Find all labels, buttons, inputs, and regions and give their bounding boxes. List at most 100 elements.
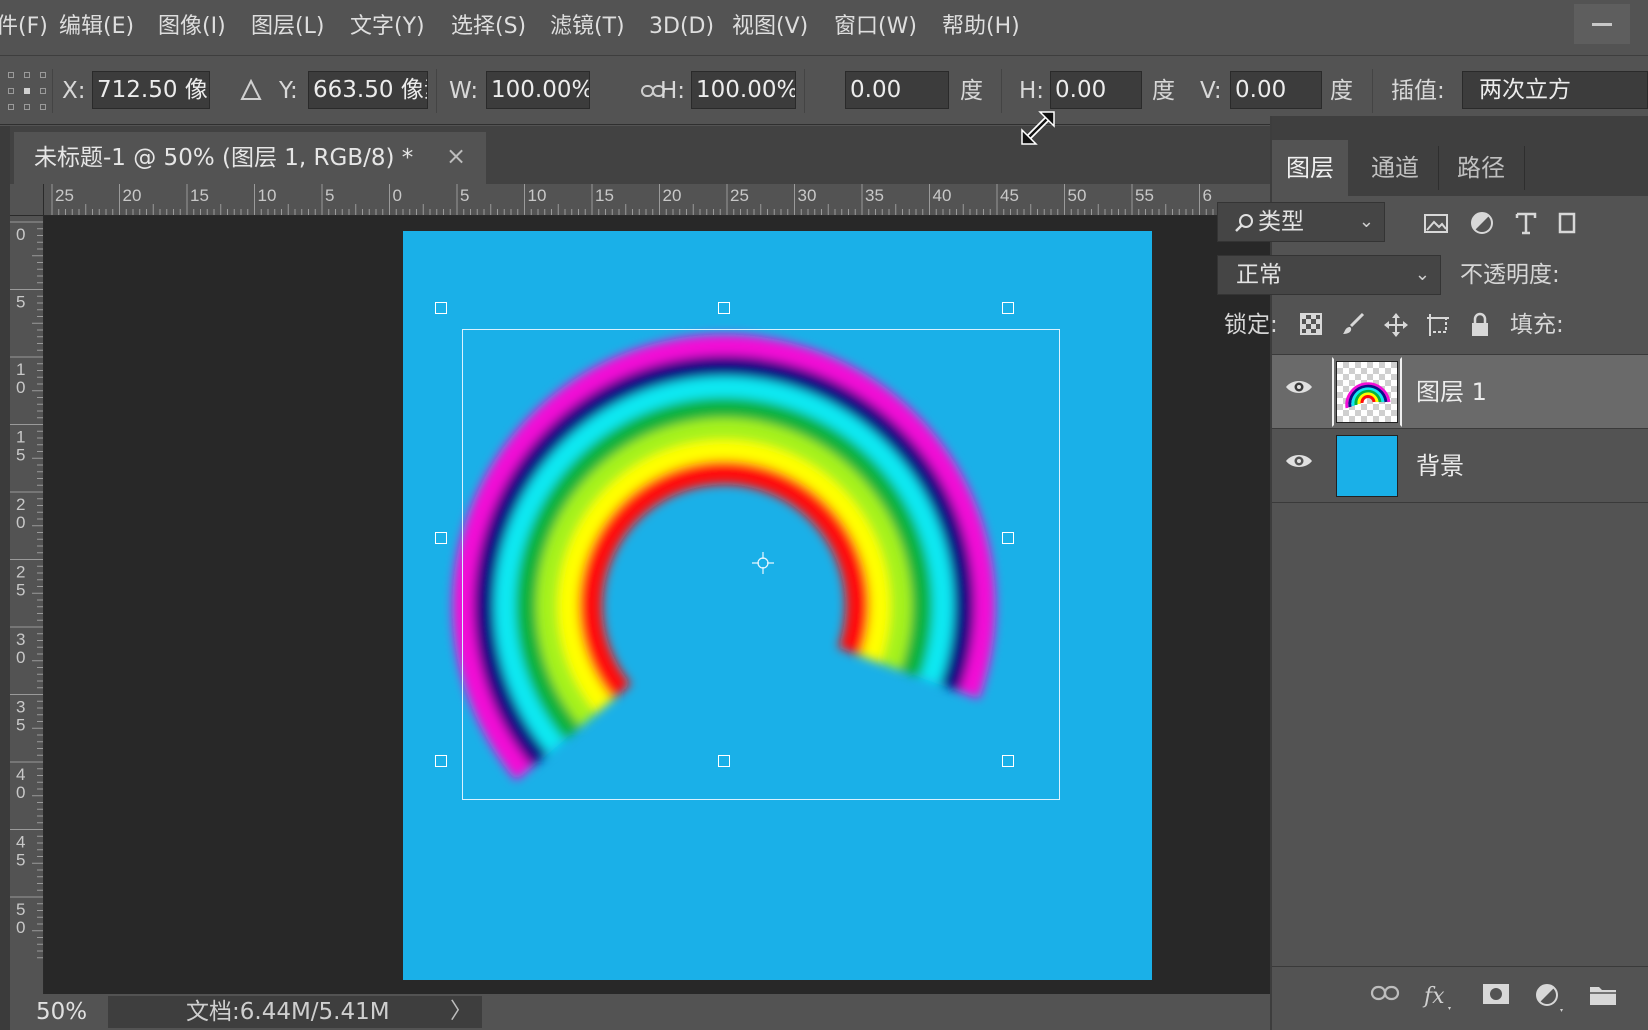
transform-handle-bottom-right[interactable] [1002, 755, 1014, 767]
transform-center-icon[interactable] [750, 550, 776, 576]
ruler-label: 25 [730, 186, 749, 205]
blend-mode-select[interactable]: 正常 ⌄ [1217, 255, 1441, 295]
ruler-label: 35 [865, 186, 884, 205]
ruler-label: 5 [16, 293, 25, 312]
menu-3d[interactable]: 3D(D) [649, 0, 714, 56]
ruler-label: 55 [1135, 186, 1154, 205]
lock-all-icon[interactable] [1469, 312, 1491, 338]
layer-list-divider [1272, 502, 1648, 503]
transform-handle-top-left[interactable] [435, 302, 447, 314]
transform-handle-top[interactable] [718, 302, 730, 314]
ruler-label: 10 [528, 186, 547, 205]
ruler-label: 15 [190, 186, 209, 205]
menu-select[interactable]: 选择(S) [451, 0, 526, 56]
ruler-label: 5 [16, 900, 25, 919]
adjustment-filter-icon[interactable] [1469, 210, 1495, 236]
close-icon[interactable]: × [446, 132, 466, 180]
menu-help[interactable]: 帮助(H) [942, 0, 1020, 56]
type-filter-icon[interactable] [1513, 210, 1539, 236]
tab-separator [1438, 146, 1439, 190]
ruler-label: 5 [460, 186, 469, 205]
tab-channels[interactable]: 通道 [1352, 140, 1438, 196]
ruler-label: 6 [1203, 186, 1212, 205]
zoom-level[interactable]: 50% [36, 994, 87, 1030]
lock-paint-icon[interactable] [1341, 312, 1365, 336]
ruler-origin[interactable] [10, 184, 44, 216]
lock-label: 锁定: [1224, 312, 1278, 338]
ruler-label: 10 [258, 186, 277, 205]
transform-handle-bottom-left[interactable] [435, 755, 447, 767]
horizontal-ruler[interactable]: 25 20 15 10 5 0 5 10 15 20 25 30 35 40 45 50 55 6 [44, 184, 1270, 216]
transform-handle-top-right[interactable] [1002, 302, 1014, 314]
blend-mode-value: 正常 [1236, 262, 1282, 288]
menu-view[interactable]: 视图(V) [732, 0, 808, 56]
reference-point-icon[interactable] [8, 72, 46, 110]
x-label: X: [62, 78, 86, 104]
menu-edit[interactable]: 编辑(E) [59, 0, 134, 56]
layer-filter-select[interactable]: 类型 ⌄ [1217, 202, 1385, 242]
ruler-label: 45 [1000, 186, 1019, 205]
document-tab[interactable]: 未标题-1 @ 50% (图层 1, RGB/8) * × [14, 132, 486, 184]
menu-image[interactable]: 图像(I) [158, 0, 226, 56]
x-position-field[interactable]: 712.50 像素 [92, 71, 210, 109]
layer-thumbnail [1336, 435, 1398, 497]
menu-type[interactable]: 文字(Y) [350, 0, 425, 56]
opacity-label: 不透明度: [1460, 262, 1560, 288]
minimize-button[interactable] [1574, 4, 1630, 44]
vertical-ruler[interactable]: 05101520253035404550 [10, 216, 44, 994]
link-layers-icon[interactable] [1370, 983, 1400, 1003]
ruler-label: 50 [1068, 186, 1087, 205]
layer-row-background[interactable]: 背景 [1272, 428, 1648, 502]
layer-filter-label: 类型 [1258, 209, 1304, 235]
ruler-label: 2 [16, 563, 25, 582]
chevron-right-icon[interactable]: 〉 [450, 996, 472, 1028]
canvas-pasteboard[interactable] [44, 216, 1270, 994]
lock-transparent-icon[interactable] [1299, 312, 1323, 336]
ruler-label: 5 [16, 581, 25, 600]
layer-row-layer1[interactable]: 图层 1 [1272, 354, 1648, 428]
transform-handle-left[interactable] [435, 532, 447, 544]
mask-icon[interactable] [1482, 983, 1510, 1005]
ruler-label: 15 [595, 186, 614, 205]
menu-layer[interactable]: 图层(L) [251, 0, 324, 56]
vertical-skew-field[interactable]: 0.00 [1230, 71, 1322, 109]
document-tab-title: 未标题-1 @ 50% (图层 1, RGB/8) * [34, 145, 414, 171]
image-filter-icon[interactable] [1423, 210, 1449, 236]
ruler-label: 20 [663, 186, 682, 205]
menu-window[interactable]: 窗口(W) [834, 0, 917, 56]
document-info[interactable]: 文档:6.44M/5.41M 〉 [108, 996, 482, 1028]
shape-filter-icon[interactable] [1555, 210, 1581, 236]
options-bar: X: 712.50 像素 Y: 663.50 像素 W: 100.00% H: … [0, 57, 1648, 125]
ruler-label: 5 [16, 446, 25, 465]
ruler-label: 5 [325, 186, 334, 205]
transform-handle-bottom[interactable] [718, 755, 730, 767]
y-position-field[interactable]: 663.50 像素 [308, 71, 428, 109]
height-percent-field[interactable]: 100.00% [691, 71, 796, 109]
fx-icon[interactable]: fx [1422, 981, 1452, 1011]
rotate-angle-field[interactable]: 0.00 [845, 71, 949, 109]
eye-icon[interactable] [1284, 377, 1314, 397]
lock-move-icon[interactable] [1383, 312, 1409, 338]
ruler-label: 3 [16, 698, 25, 717]
eye-icon[interactable] [1284, 451, 1314, 471]
chevron-down-icon: ⌄ [1414, 264, 1430, 285]
folder-icon[interactable] [1588, 983, 1618, 1007]
tab-layers[interactable]: 图层 [1272, 140, 1348, 196]
ruler-label: 0 [16, 918, 25, 937]
adjustment-icon[interactable] [1534, 983, 1564, 1013]
horizontal-skew-field[interactable]: 0.00 [1050, 71, 1142, 109]
layer-name[interactable]: 背景 [1416, 429, 1464, 503]
menu-file[interactable]: 件(F) [0, 0, 48, 56]
document-size-text: 文档:6.44M/5.41M [186, 999, 390, 1025]
lock-artboard-icon[interactable] [1425, 312, 1451, 338]
vertical-skew-unit: 度 [1330, 78, 1353, 104]
relative-position-icon[interactable] [240, 79, 262, 101]
menu-filter[interactable]: 滤镜(T) [550, 0, 625, 56]
tab-paths[interactable]: 路径 [1440, 140, 1522, 196]
layer-name[interactable]: 图层 1 [1416, 355, 1487, 429]
interpolation-select[interactable]: 两次立方 [1462, 71, 1648, 109]
ruler-label: 0 [16, 648, 25, 667]
status-bar: 50% 文档:6.44M/5.41M 〉 [10, 994, 1270, 1030]
width-percent-field[interactable]: 100.00% [486, 71, 590, 109]
transform-handle-right[interactable] [1002, 532, 1014, 544]
